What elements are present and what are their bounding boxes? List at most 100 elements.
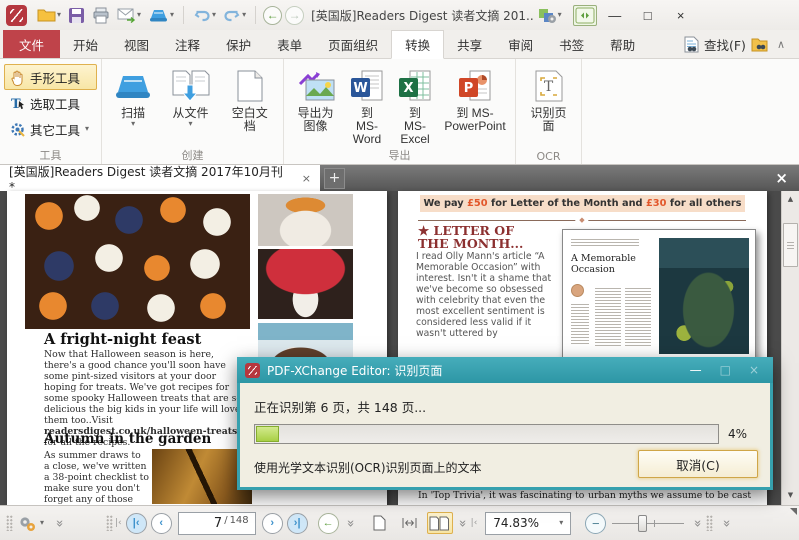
tab-file[interactable]: 文件 [3,30,60,58]
single-page-view-button[interactable] [367,512,393,534]
zoom-out-button[interactable]: − [585,513,606,534]
scroll-down-button[interactable]: ▼ [782,488,799,503]
tab-bookmarks[interactable]: 书签 [546,30,597,58]
document-tab-title: [英国版]Readers Digest 读者文摘 2017年10月刊 * [9,163,292,194]
find-document-icon[interactable] [684,36,699,53]
export-word-label: 到 MS-Word [349,107,385,146]
expand-toolbar-icon[interactable]: « [455,517,470,529]
tab-review[interactable]: 审阅 [495,30,546,58]
tab-protect[interactable]: 保护 [213,30,264,58]
scan-create-button[interactable]: 扫描 ▾ [106,62,160,148]
ribbon-tab-row: 文件 开始 视图 注释 保护 表单 页面组织 转换 共享 审阅 书签 帮助 查找… [0,30,799,59]
dropdown-icon[interactable]: ▾ [212,11,216,19]
document-tab[interactable]: [英国版]Readers Digest 读者文摘 2017年10月刊 * × [0,165,320,191]
app-logo-icon[interactable] [6,5,27,26]
tab-form[interactable]: 表单 [264,30,315,58]
export-excel-button[interactable]: X 到 MS-Excel [391,62,439,148]
tab-help[interactable]: 帮助 [597,30,648,58]
print-button[interactable] [90,5,112,26]
two-page-view-button[interactable] [427,512,453,534]
dialog-minimize-button[interactable]: — [690,363,702,377]
previous-view-button[interactable]: ← [318,513,339,534]
expand-toolbar-icon[interactable]: « [720,517,735,529]
dropdown-icon[interactable]: ▾ [170,11,174,19]
next-page-button[interactable]: › [262,513,283,534]
tab-view[interactable]: 视图 [111,30,162,58]
tab-share[interactable]: 共享 [444,30,495,58]
dropdown-icon[interactable]: ▾ [242,11,246,19]
envelope-icon [117,8,136,23]
zoom-level-select[interactable]: 74.83% ▾ [485,512,571,535]
export-image-button[interactable]: 导出为图像 [288,62,343,148]
options-button[interactable]: ▾ [15,513,46,534]
last-page-button[interactable]: ›| [287,513,308,534]
other-tools-button[interactable]: 其它工具 ▾ [4,116,97,142]
new-tab-button[interactable]: + [324,168,345,189]
previous-page-button[interactable]: ‹ [151,513,172,534]
group-ocr: T 识别页面 OCR [516,59,582,164]
zoom-slider[interactable] [612,513,684,534]
dropdown-icon[interactable]: ▾ [558,11,562,19]
session-layout-button[interactable] [573,5,597,26]
window-title: [英国版]Readers Digest 读者文摘 201.. [311,7,534,24]
scan-button[interactable]: ▾ [146,6,176,25]
cat-photo [258,194,353,246]
close-document-button[interactable]: × [775,169,799,187]
blank-document-button[interactable]: 空白文档 [221,62,279,148]
from-file-button[interactable]: 从文件 ▾ [160,62,220,148]
tab-organize[interactable]: 页面组织 [315,30,391,58]
scroll-up-button[interactable]: ▲ [782,192,799,207]
page-number-input[interactable]: 7 / 148 [178,512,256,535]
search-folder-icon[interactable] [751,37,768,52]
svg-text:X: X [403,81,413,96]
minimize-button[interactable]: — [600,7,630,24]
banner-text: We pay [423,198,467,209]
dialog-maximize-button[interactable]: □ [720,363,731,377]
toolbar-grip[interactable] [6,515,13,531]
find-label[interactable]: 查找(F) [704,35,746,54]
slider-thumb[interactable] [638,515,647,532]
dropdown-icon[interactable]: ▾ [40,519,44,527]
open-button[interactable]: ▾ [35,5,63,25]
gear-icon [10,122,25,137]
ocr-progress-dialog: PDF-XChange Editor: 识别页面 — □ × 正在识别第 6 页… [237,357,773,490]
close-button[interactable]: × [666,7,696,24]
fit-width-button[interactable] [397,512,423,534]
dialog-window-controls: — □ × [690,363,765,377]
scrollbar-thumb[interactable] [783,223,798,267]
maximize-button[interactable]: □ [633,7,663,24]
tab-convert[interactable]: 转换 [391,30,444,59]
redo-button[interactable]: ▾ [221,5,248,25]
dialog-close-button[interactable]: × [749,363,759,377]
cancel-button[interactable]: 取消(C) [638,450,758,478]
corner-grip [790,508,797,515]
export-powerpoint-button[interactable]: P 到 MS-PowerPoint [439,62,511,148]
svg-text:T: T [543,79,553,95]
customize-ui-button[interactable]: ▾ [537,5,564,26]
group-create: 扫描 ▾ 从文件 ▾ 空白文档 创建 [102,59,284,164]
expand-toolbar-icon[interactable]: « [343,517,358,529]
tab-close-icon[interactable]: × [302,172,311,185]
collapse-ribbon-button[interactable]: ∧ [773,38,789,51]
select-tool-button[interactable]: T 选取工具 [4,90,97,116]
vertical-scrollbar[interactable]: ▲ ▼ [781,191,799,505]
save-button[interactable] [66,5,87,26]
slider-tick [654,520,655,527]
dropdown-icon[interactable]: ▾ [57,11,61,19]
next-view-button[interactable]: → [285,6,304,25]
expand-toolbar-icon[interactable]: « [691,517,706,529]
export-word-button[interactable]: W 到 MS-Word [343,62,391,148]
previous-view-button[interactable]: ← [263,6,282,25]
dialog-titlebar[interactable]: PDF-XChange Editor: 识别页面 — □ × [237,357,773,383]
toolbar-grip[interactable] [106,515,113,531]
expand-toolbar-icon[interactable]: « [53,517,68,529]
hand-tool-button[interactable]: 手形工具 [4,64,97,90]
ocr-recognize-button[interactable]: T 识别页面 [520,62,577,148]
toolbar-grip[interactable] [706,515,713,531]
email-button[interactable]: ▾ [115,6,143,25]
tab-comment[interactable]: 注释 [162,30,213,58]
tab-home[interactable]: 开始 [60,30,111,58]
dropdown-icon[interactable]: ▾ [137,11,141,19]
undo-button[interactable]: ▾ [191,5,218,25]
first-page-button[interactable]: |‹ [126,513,147,534]
